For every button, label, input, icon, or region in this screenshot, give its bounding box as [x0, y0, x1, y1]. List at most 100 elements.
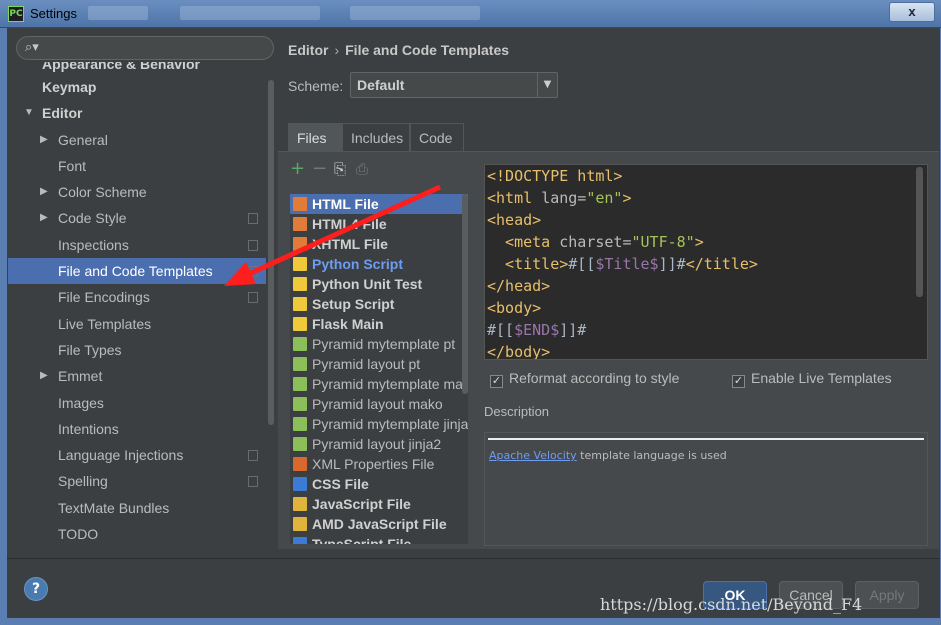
tab-code[interactable]: Code — [410, 123, 464, 151]
code-token: #[[ — [487, 321, 515, 339]
file-type-icon — [293, 357, 307, 371]
template-item[interactable]: CSS File — [290, 474, 468, 494]
code-line: <body> — [485, 297, 927, 319]
sidebar-item[interactable]: Font — [8, 153, 266, 179]
template-item[interactable]: XML Properties File — [290, 454, 468, 474]
template-item-label: Pyramid mytemplate pt — [312, 336, 456, 352]
code-line: <head> — [485, 209, 927, 231]
title-bar: PC Settings x — [0, 0, 941, 28]
template-item[interactable]: Pyramid layout jinja2 — [290, 434, 468, 454]
sidebar-item[interactable]: Images — [8, 390, 266, 416]
code-token: lang= — [541, 189, 587, 207]
collapse-arrow-icon[interactable]: ▶ — [40, 127, 48, 153]
sidebar-item[interactable]: ▶ Code Style — [8, 205, 266, 231]
dialog-button-bar: ? OK Cancel Apply https://blog.csdn.net/… — [0, 558, 941, 625]
code-line: <html lang="en"> — [485, 187, 927, 209]
reformat-checkbox[interactable]: ✓ Reformat according to style — [490, 370, 679, 388]
scheme-dropdown[interactable]: Default ▼ — [350, 72, 558, 98]
template-item[interactable]: AMD JavaScript File — [290, 514, 468, 534]
file-type-icon — [293, 337, 307, 351]
template-item[interactable]: Pyramid layout mako — [290, 394, 468, 414]
code-token: </title> — [685, 255, 758, 273]
code-token: <!DOCTYPE html> — [487, 167, 623, 185]
template-item[interactable]: Flask Main — [290, 314, 468, 334]
sidebar-item[interactable]: Appearance & Behavior — [8, 62, 266, 74]
reset-icon[interactable]: ⎙ — [356, 160, 368, 178]
template-item-label: XHTML File — [312, 236, 388, 252]
sidebar-item[interactable]: Live Templates — [8, 311, 266, 337]
sidebar-item-label: Live Templates — [58, 315, 152, 332]
sidebar-item[interactable]: TODO — [8, 521, 266, 547]
template-item[interactable]: HTML4 File — [290, 214, 468, 234]
template-item[interactable]: Setup Script — [290, 294, 468, 314]
template-item-label: Python Unit Test — [312, 276, 423, 292]
tab-files[interactable]: Files — [288, 123, 342, 151]
template-item[interactable]: Python Script — [290, 254, 468, 274]
close-button[interactable]: x — [889, 2, 935, 22]
template-item[interactable]: Pyramid mytemplate mako — [290, 374, 468, 394]
collapse-arrow-icon[interactable]: ▶ — [40, 205, 48, 231]
file-type-icon — [293, 457, 307, 471]
tab-includes[interactable]: Includes — [342, 123, 410, 151]
template-item[interactable]: Pyramid layout pt — [290, 354, 468, 374]
collapse-arrow-icon[interactable]: ▶ — [40, 179, 48, 205]
remove-icon[interactable]: − — [312, 160, 327, 178]
template-item[interactable]: HTML File — [290, 194, 468, 214]
sidebar-item[interactable]: File and Code Templates — [8, 258, 266, 285]
sidebar-item[interactable]: TextMate Bundles — [8, 495, 266, 521]
file-type-icon — [293, 257, 307, 271]
description-text: Apache Velocity template language is use… — [489, 449, 727, 462]
template-list-scrollbar[interactable] — [462, 194, 468, 394]
template-item-label: Flask Main — [312, 316, 384, 332]
watermark: https://blog.csdn.net/Beyond_F4 — [600, 595, 863, 614]
template-item[interactable]: Pyramid mytemplate jinja2 — [290, 414, 468, 434]
sidebar-item[interactable]: ▶ General — [8, 127, 266, 153]
template-editor[interactable]: <!DOCTYPE html> <html lang="en"> <head> <m… — [484, 164, 928, 360]
checkbox-checked-icon: ✓ — [732, 375, 745, 388]
code-token: $END$ — [514, 321, 560, 339]
expand-arrow-icon[interactable]: ▼ — [24, 100, 34, 126]
sidebar-item[interactable]: Intentions — [8, 416, 266, 442]
template-item[interactable]: Pyramid mytemplate pt — [290, 334, 468, 354]
help-button[interactable]: ? — [24, 577, 48, 601]
sidebar-item-label: TODO — [58, 526, 99, 543]
template-item[interactable]: JavaScript File — [290, 494, 468, 514]
search-field[interactable]: ⌕▾ — [16, 36, 274, 60]
template-item-label: Pyramid layout pt — [312, 356, 421, 372]
template-item[interactable]: TypeScript File — [290, 534, 468, 544]
sidebar-item[interactable]: Inspections — [8, 232, 266, 258]
sidebar-item[interactable]: File Types — [8, 337, 266, 363]
copy-icon[interactable]: ⎘ — [334, 160, 346, 178]
settings-sidebar: ⌕▾ Appearance & Behavior Keymap ▼ Editor ▶ Ge… — [8, 30, 276, 558]
file-type-icon — [293, 377, 307, 391]
search-input[interactable] — [45, 39, 265, 57]
template-item-label: AMD JavaScript File — [312, 516, 447, 532]
sidebar-scrollbar[interactable] — [268, 80, 274, 425]
sidebar-item-label: Keymap — [42, 79, 97, 95]
template-item-label: Python Script — [312, 256, 404, 272]
collapse-arrow-icon[interactable]: ▶ — [40, 363, 48, 389]
add-icon[interactable]: + — [290, 160, 305, 178]
sidebar-item[interactable]: Spelling — [8, 468, 266, 494]
sidebar-item[interactable]: ▶ Color Scheme — [8, 179, 266, 205]
sidebar-item[interactable]: ▼ Editor — [8, 100, 266, 126]
velocity-link[interactable]: Apache Velocity — [489, 449, 577, 462]
description-divider — [488, 438, 924, 440]
background-tab — [350, 6, 480, 20]
sidebar-item[interactable]: ▶ Emmet — [8, 363, 266, 389]
project-settings-icon — [248, 266, 258, 278]
code-line: <!DOCTYPE html> — [485, 165, 927, 187]
code-token: ]]# — [559, 321, 587, 339]
template-item[interactable]: XHTML File — [290, 234, 468, 254]
sidebar-item[interactable]: Language Injections — [8, 442, 266, 468]
sidebar-item[interactable]: Keymap — [8, 74, 266, 100]
apply-button[interactable]: Apply — [855, 581, 919, 609]
template-item-label: XML Properties File — [312, 456, 435, 472]
live-templates-checkbox[interactable]: ✓ Enable Live Templates — [732, 370, 892, 388]
template-item-label: Pyramid mytemplate jinja2 — [312, 416, 468, 432]
sidebar-item[interactable]: File Encodings — [8, 284, 266, 310]
project-settings-icon — [248, 476, 258, 488]
code-token: </body> — [487, 343, 551, 360]
template-item[interactable]: Python Unit Test — [290, 274, 468, 294]
code-token: <body> — [487, 299, 542, 317]
